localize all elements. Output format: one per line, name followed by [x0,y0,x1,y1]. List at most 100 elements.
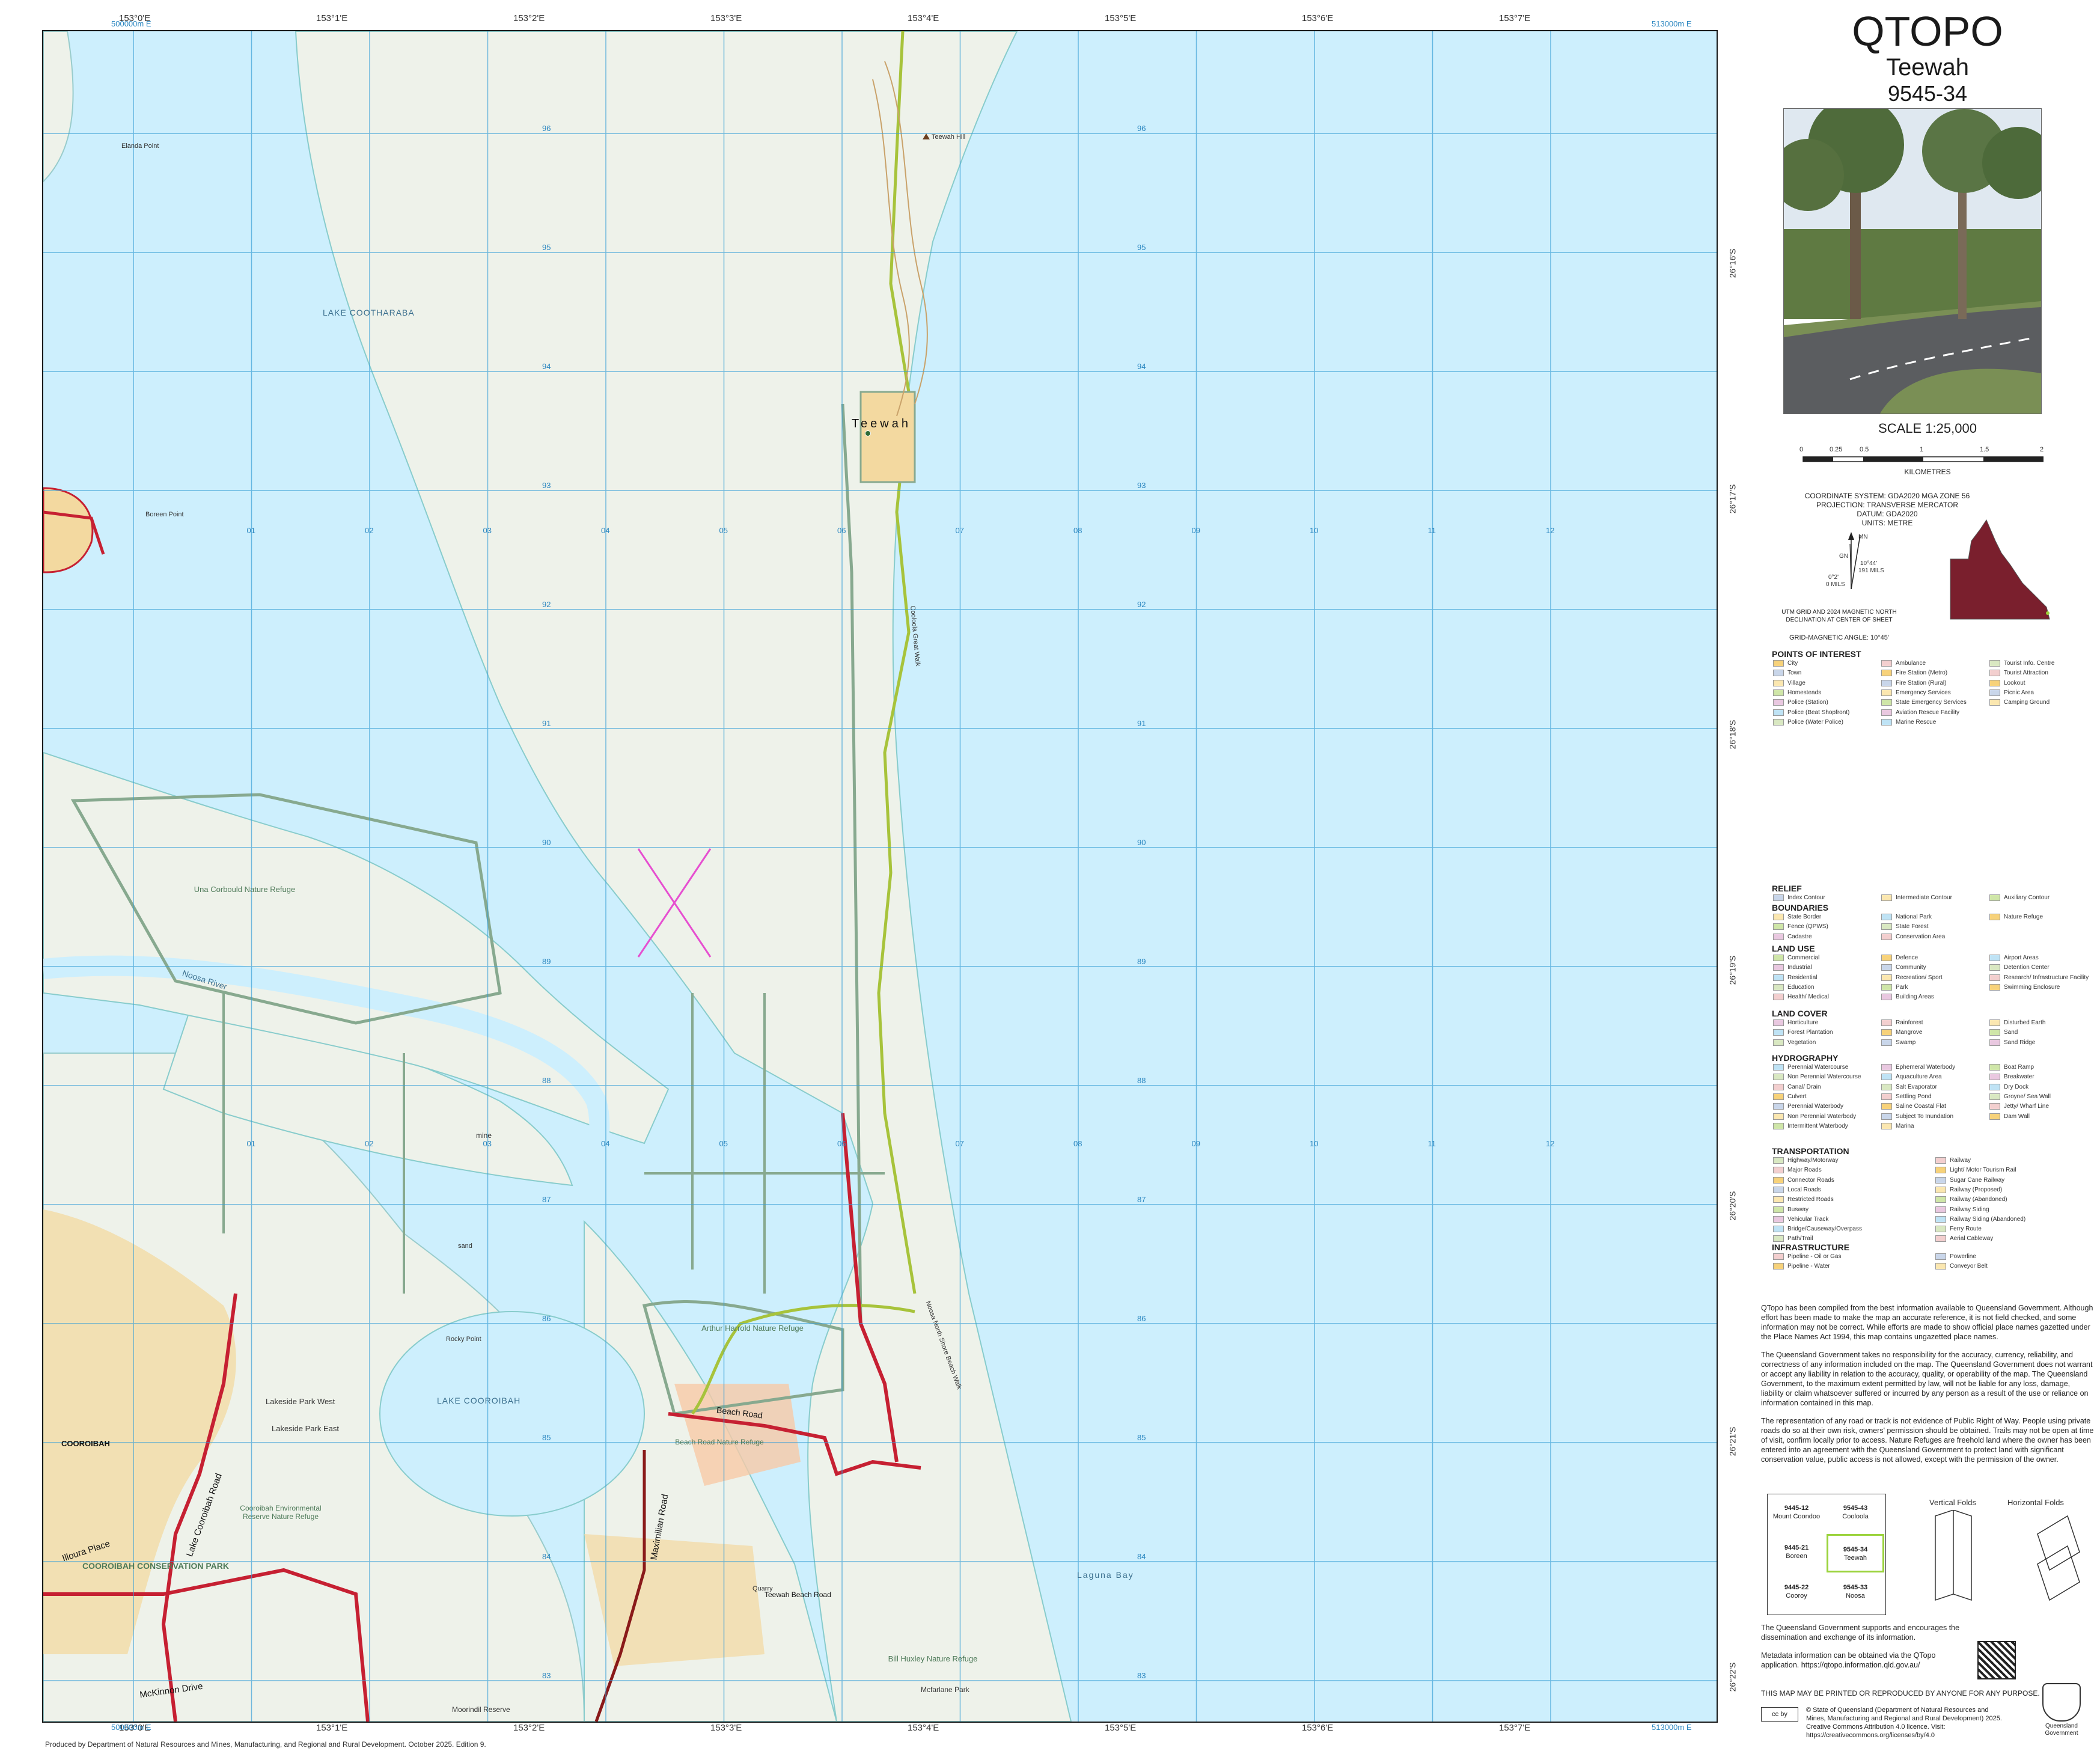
legend-swatch [1881,1113,1892,1120]
legend-swatch [1989,964,2000,971]
legend-swatch [1881,974,1892,981]
legend-item: Highway/Motorway [1773,1157,1838,1164]
legend-swatch [1881,1083,1892,1090]
legend-item: Aviation Rescue Facility [1881,709,1959,716]
topographic-map[interactable]: 01 01 02 02 03 03 04 04 05 05 06 06 07 07 08 08 09 09 10 10… [43,31,1717,1722]
legend-swatch [1989,679,2000,686]
legend-swatch [1773,660,1784,667]
grid-northing-label: 84 [1137,1552,1146,1561]
legend-item: Railway (Proposed) [1935,1186,2002,1193]
legend-swatch [1773,1093,1784,1100]
legend-label: Emergency Services [1896,689,1951,697]
legend-item: Railway (Abandoned) [1935,1196,2007,1203]
north-true-grid-mils: 0 MILS [1826,581,1845,588]
legend-item: Railway Siding (Abandoned) [1935,1215,2025,1223]
projection-line: PROJECTION: TRANSVERSE MERCATOR [1816,501,1959,509]
legend-swatch [1773,689,1784,696]
legend-item: Fire Station (Rural) [1881,679,1946,686]
grid-easting-label: 07 [956,526,964,535]
scale-tick-label: 0.5 [1860,446,1869,453]
adjoining-name: Cooloola [1842,1513,1869,1520]
grid-northing-label: 83 [1137,1671,1146,1680]
legend-item: Education [1773,983,1814,991]
scale-tick-label: 1.5 [1980,446,1989,453]
legend-item: Intermediate Contour [1881,894,1952,901]
legend-label: Police (Beat Shopfront) [1787,709,1850,716]
legend-item: Commercial [1773,955,1819,961]
map-frame[interactable]: 01 01 02 02 03 03 04 04 05 05 06 06 07 07 08 08 09 09 10 10… [42,30,1718,1723]
legend-swatch [1881,1029,1892,1036]
easting-end-label: 513000m E [1652,19,1692,28]
legend-swatch [1935,1215,1946,1223]
legend-swatch [1989,1083,2000,1090]
grid-easting-label: 05 [719,526,728,535]
legend-label: Community [1896,964,1926,971]
legend-label: Residential [1787,974,1818,981]
legend-section-title: TRANSPORTATION [1772,1146,1849,1156]
legend-swatch [1989,1039,2000,1046]
legend-swatch [1773,1103,1784,1110]
grid-easting-label: 08 [1073,1139,1082,1148]
legend-item: Swimming Enclosure [1989,983,2060,991]
legend-label: Health/ Medical [1787,994,1829,1001]
legend-item: Ferry Route [1935,1226,1982,1232]
legend-panel: QTOPO Teewah 9545-34 SCALE 1:25,000 0 0.2… [1755,0,2100,1757]
legend-swatch [1773,923,1784,930]
longitude-label: 153°3'E [710,13,742,23]
easting-end-label-bottom: 513000m E [1652,1723,1692,1732]
place-label: sand [458,1242,472,1250]
legend-swatch [1773,1064,1784,1071]
legend-swatch [1773,1122,1784,1129]
legend-section-title: RELIEF [1772,884,1802,893]
grid-easting-label: 05 [719,1139,728,1148]
grid-northing-label: 94 [1137,362,1146,371]
legend-swatch [1773,1083,1784,1090]
legend-label: Boat Ramp [2004,1064,2034,1071]
legend-swatch [1935,1235,1946,1242]
legend-label: Intermediate Contour [1896,894,1952,902]
queensland-crest [2042,1683,2081,1722]
legend-label: Mangrove [1896,1029,1923,1036]
place-label: LAKE COOTHARABA [323,308,415,317]
legend-swatch [1989,1064,2000,1071]
place-label: COOROIBAH CONSERVATION PARK [82,1561,229,1571]
qr-code [1977,1641,2016,1679]
place-label: Una Corbould Nature Refuge [194,885,296,894]
adjoining-code: 9545-43 [1843,1505,1868,1512]
legend-swatch [1881,1074,1892,1081]
legend-swatch [1773,894,1784,901]
grid-northing-label: 92 [542,600,551,609]
legend-label: Nature Refuge [2004,914,2044,921]
legend-swatch [1773,933,1784,940]
grid-northing-label: 95 [542,243,551,252]
scale-tick-label: 0 [1799,446,1804,453]
legend-item: Non Perennial Watercourse [1773,1074,1861,1080]
legend-swatch [1935,1176,1946,1184]
info-line: Metadata information can be obtained via… [1761,1651,1936,1669]
legend-label: Village [1787,679,1805,686]
longitude-label: 153°7'E [1499,1723,1531,1733]
info-lines: The Queensland Government supports and e… [1761,1623,2095,1678]
legend-swatch [1989,955,2000,961]
north-note: UTM GRID AND 2024 MAGNETIC NORTH DECLINA… [1781,609,1897,623]
legend-swatch [1881,964,1892,971]
adjoining-sheet: 9445-21 Boreen [1768,1534,1825,1572]
grid-easting-label: 01 [247,526,255,535]
legend-label: Marine Rescue [1896,718,1937,726]
legend-item: Conservation Area [1881,933,1945,940]
legend-label: Airport Areas [2004,955,2039,962]
adjoining-name: Noosa [1846,1592,1865,1600]
legend-label: Tourist Attraction [2004,670,2048,677]
legend-swatch [1881,994,1892,1001]
legend-item: Fire Station (Metro) [1881,670,1947,676]
legend-label: Salt Evaporator [1896,1083,1937,1090]
legend-item: Canal/ Drain [1773,1083,1821,1090]
horizontal-folds-label: Horizontal Folds [2007,1498,2064,1507]
legend-label: Light/ Motor Tourism Rail [1950,1167,2016,1174]
legend-swatch [1773,1196,1784,1203]
adjoining-sheet: 9545-43 Cooloola [1827,1494,1884,1533]
legend-item: Major Roads [1773,1167,1822,1173]
legend-label: Fire Station (Metro) [1896,670,1948,677]
legend-item: National Park [1881,914,1932,920]
legend-swatch [1773,718,1784,726]
